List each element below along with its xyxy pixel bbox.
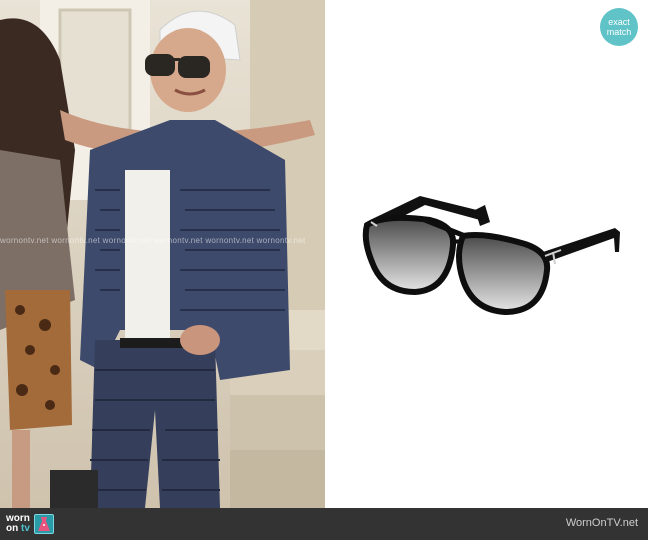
footer-bar: worn on tv WornOnTV.net [0,508,648,540]
site-name[interactable]: WornOnTV.net [566,517,638,529]
logo-line2: on [6,523,19,534]
sunglasses-product [362,196,620,316]
badge-line1: exact [608,17,630,27]
leopard-skirt [5,290,72,430]
badge-line2: match [606,27,632,37]
left-lens [362,214,457,296]
bin [50,470,98,508]
logo-tv: tv [21,523,30,534]
woman-leg [12,430,30,508]
white-tshirt [125,170,170,340]
logo-text: worn on tv [6,514,30,534]
window-pane [58,8,132,132]
outfit-photo: wornontv.net wornontv.net wornontv.net w… [0,0,325,508]
exact-match-badge: exact match [600,8,638,46]
dress-glyph [37,517,50,531]
outfit-scene [0,0,325,508]
product-panel: wornontv.net wornontv.net wornontv.net w… [325,0,648,508]
stair-step [230,450,325,508]
denim-pants [90,340,220,508]
wornontv-logo[interactable]: worn on tv [6,510,54,538]
dress-icon [33,514,54,534]
temple-tip [475,205,490,226]
watermark-text: wornontv.net wornontv.net wornontv.net w… [0,236,306,245]
stair-step [230,395,325,450]
right-lens [456,232,551,316]
hand [180,325,220,355]
